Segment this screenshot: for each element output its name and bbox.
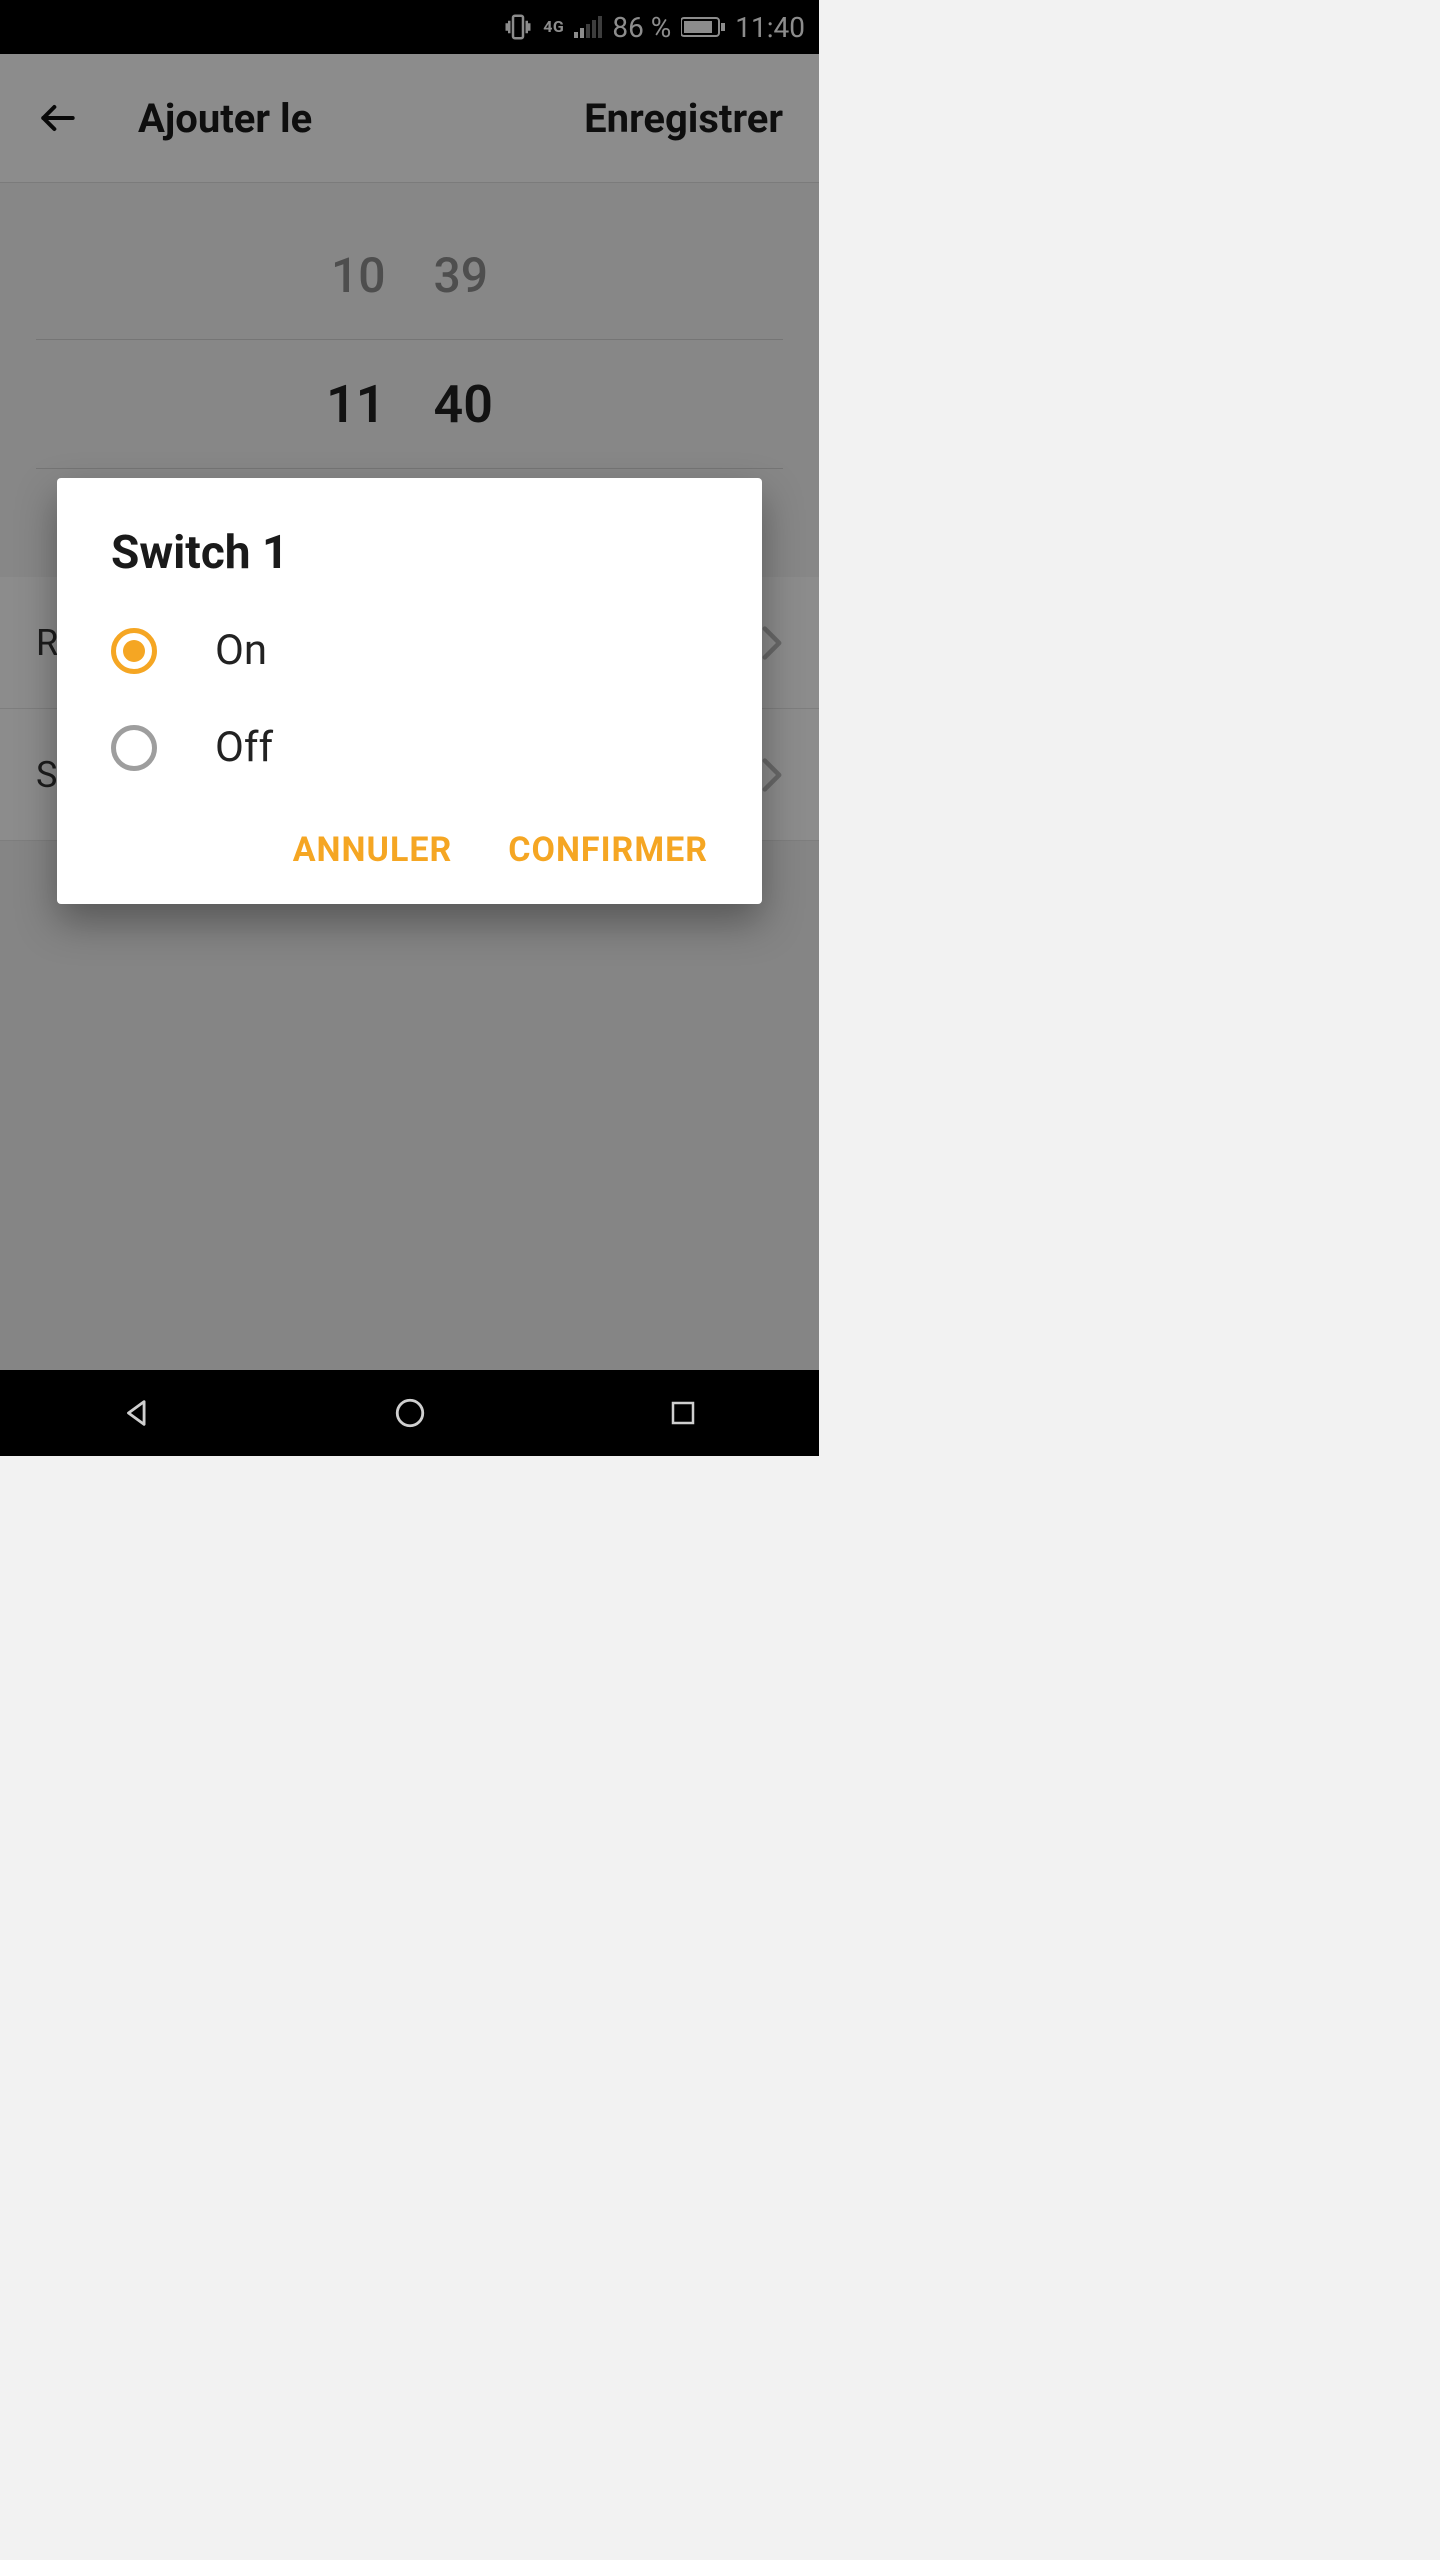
dialog-title: Switch 1 [57,526,762,602]
radio-label: On [215,626,267,675]
radio-option-on[interactable]: On [57,602,762,699]
android-nav-bar [0,1370,819,1456]
circle-home-icon [393,1396,427,1430]
nav-back-button[interactable] [107,1383,167,1443]
nav-home-button[interactable] [380,1383,440,1443]
dialog-actions: ANNULER CONFIRMER [57,796,762,870]
radio-icon [111,628,157,674]
nav-recent-button[interactable] [653,1383,713,1443]
radio-option-off[interactable]: Off [57,699,762,796]
switch-dialog: Switch 1 On Off ANNULER CONFIRMER [57,478,762,904]
confirm-button[interactable]: CONFIRMER [508,830,708,870]
cancel-button[interactable]: ANNULER [293,830,453,870]
square-recent-icon [668,1398,698,1428]
triangle-back-icon [120,1396,154,1430]
radio-label: Off [215,723,273,772]
radio-icon [111,725,157,771]
